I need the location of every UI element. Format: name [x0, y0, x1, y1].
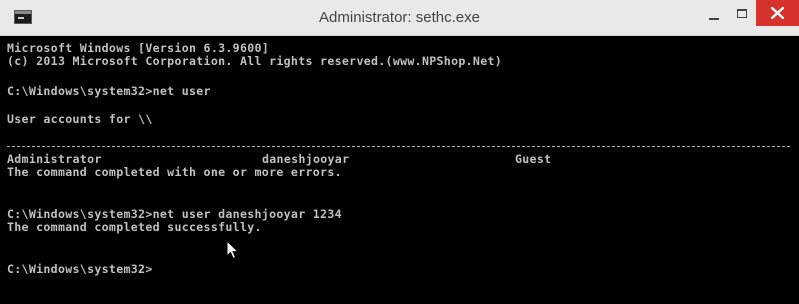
console-output[interactable]: Microsoft Windows [Version 6.3.9600] (c)… — [0, 36, 799, 304]
command-line-net-user: C:\Windows\system32>net user — [7, 84, 211, 98]
maximize-button[interactable] — [728, 0, 756, 30]
result-line-errors: The command completed with one or more e… — [7, 165, 342, 179]
close-icon — [771, 7, 784, 19]
dashed-separator — [7, 146, 790, 147]
title-bar[interactable]: Administrator: sethc.exe — [0, 0, 799, 36]
result-line-success: The command completed successfully. — [7, 220, 262, 234]
accounts-heading: User accounts for \\ — [7, 112, 153, 126]
console-window: Administrator: sethc.exe Microsoft Windo… — [0, 0, 799, 304]
command-prompt: C:\Windows\system32> — [7, 262, 153, 276]
mouse-pointer-icon — [226, 240, 240, 260]
close-button[interactable] — [756, 0, 799, 26]
header-copyright-line: (c) 2013 Microsoft Corporation. All righ… — [7, 54, 503, 68]
minimize-button[interactable] — [700, 0, 728, 30]
window-title: Administrator: sethc.exe — [319, 9, 480, 26]
account-guest: Guest — [515, 152, 552, 166]
